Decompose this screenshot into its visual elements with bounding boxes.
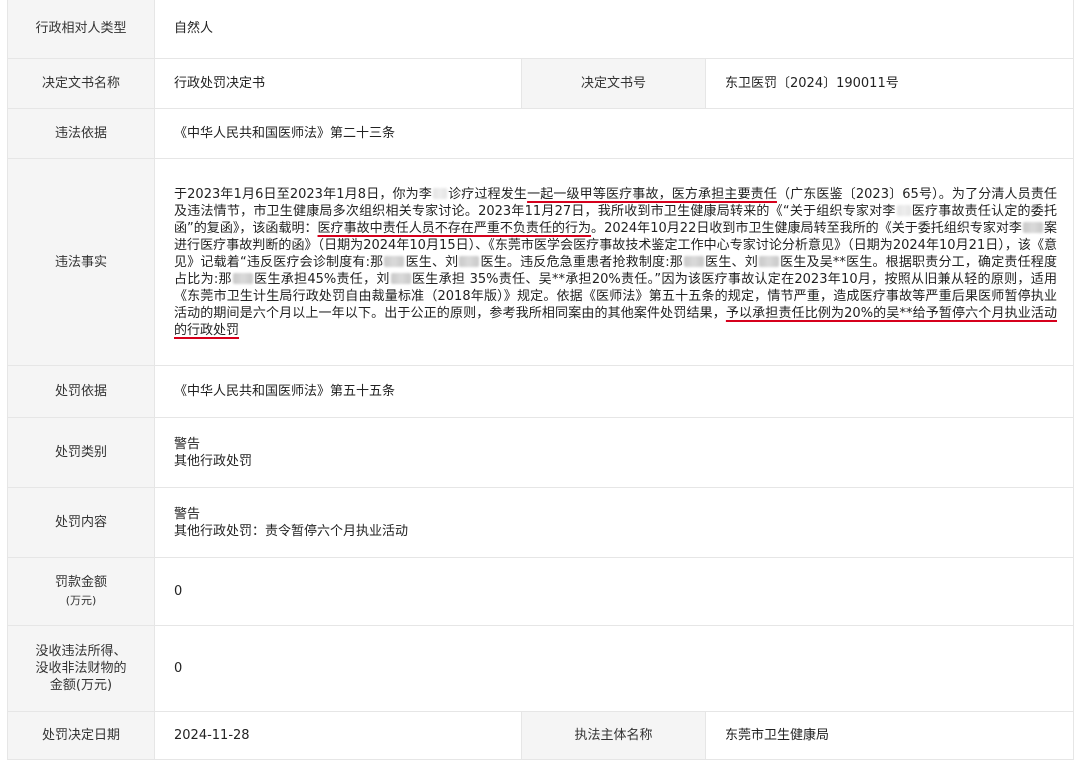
highlighted-text: 一起一级甲等医疗事故，医方承担主要责任 [527, 186, 777, 202]
value-fine: 0 [153, 557, 1075, 626]
value-doc-no: 东卫医罚〔2024〕190011号 [704, 58, 1075, 109]
penalty-content-line: 警告 [174, 506, 201, 522]
row-facts: 违法事实 于2023年1月6日至2023年1月8日，你为李 诊疗过程发生一起一级甲… [7, 158, 1075, 366]
fine-label: 罚款金额 [54, 575, 107, 590]
confiscation-label-line: 金额(万元) [49, 678, 113, 693]
confiscation-label-line: 没收违法所得、 [35, 644, 127, 659]
value-penalty-basis: 《中华人民共和国医师法》第五十五条 [153, 365, 1075, 418]
redacted-name [758, 255, 779, 267]
label-confiscation: 没收违法所得、 没收非法财物的 金额(万元) [7, 625, 155, 712]
confiscation-label-line: 没收非法财物的 [35, 661, 127, 676]
row-penalty-type: 处罚类别 警告 其他行政处罚 [7, 417, 1075, 488]
value-penalty-type: 警告 其他行政处罚 [153, 417, 1075, 488]
redacted-name [1022, 221, 1043, 233]
redacted-name [683, 255, 704, 267]
facts-text: 医生承担45%责任，刘 [253, 271, 390, 287]
label-doc-no: 决定文书号 [521, 58, 706, 109]
redacted-name [390, 272, 411, 284]
facts-text: 医生、刘 [405, 254, 459, 270]
row-party-type: 行政相对人类型 自然人 [7, 0, 1075, 59]
label-party-type: 行政相对人类型 [7, 0, 155, 59]
row-penalty-basis: 处罚依据 《中华人民共和国医师法》第五十五条 [7, 365, 1075, 418]
value-decision-date: 2024-11-28 [154, 711, 522, 760]
redacted-name [896, 204, 911, 216]
redacted-name [232, 272, 253, 284]
redacted-name [459, 255, 480, 267]
row-basis: 违法依据 《中华人民共和国医师法》第二十三条 [7, 108, 1075, 159]
value-facts: 于2023年1月6日至2023年1月8日，你为李 诊疗过程发生一起一级甲等医疗事故… [153, 158, 1075, 366]
penalty-record-table: 行政相对人类型 自然人 决定文书名称 行政处罚决定书 决定文书号 东卫医罚〔20… [7, 0, 1075, 760]
label-basis: 违法依据 [7, 108, 155, 159]
label-penalty-basis: 处罚依据 [7, 365, 155, 418]
redacted-name [433, 187, 447, 199]
label-facts: 违法事实 [7, 158, 155, 366]
row-confiscation: 没收违法所得、 没收非法财物的 金额(万元) 0 [7, 625, 1075, 712]
row-fine: 罚款金额 (万元) 0 [7, 557, 1075, 626]
row-doc-info: 决定文书名称 行政处罚决定书 决定文书号 东卫医罚〔2024〕190011号 [7, 58, 1075, 109]
label-penalty-content: 处罚内容 [7, 487, 155, 558]
label-doc-name: 决定文书名称 [7, 58, 155, 109]
highlighted-text: 医疗事故中责任人员不存在严重不负责任的行为 [317, 220, 592, 236]
facts-text: 诊疗过程发生 [448, 186, 528, 202]
fine-unit: (万元) [65, 594, 97, 607]
label-authority: 执法主体名称 [521, 711, 706, 760]
row-date-authority: 处罚决定日期 2024-11-28 执法主体名称 东莞市卫生健康局 [7, 711, 1075, 760]
penalty-type-line: 其他行政处罚 [174, 453, 253, 469]
penalty-type-line: 警告 [174, 436, 201, 452]
penalty-content-line: 其他行政处罚：责令暂停六个月执业活动 [174, 523, 409, 539]
label-penalty-type: 处罚类别 [7, 417, 155, 488]
value-basis: 《中华人民共和国医师法》第二十三条 [153, 108, 1075, 159]
value-confiscation: 0 [153, 625, 1075, 712]
redacted-name [384, 255, 405, 267]
value-party-type: 自然人 [153, 0, 1075, 59]
facts-text: 。2024年10月22日收到市卫生健康局转至我所的《关于委托组织专家对李 [591, 220, 1022, 236]
facts-text: 于2023年1月6日至2023年1月8日，你为李 [174, 186, 432, 202]
row-penalty-content: 处罚内容 警告 其他行政处罚：责令暂停六个月执业活动 [7, 487, 1075, 558]
facts-text: 医生。违反危急重患者抢救制度:那 [480, 254, 683, 270]
value-doc-name: 行政处罚决定书 [154, 58, 522, 109]
facts-text: 医生、刘 [704, 254, 758, 270]
value-authority: 东莞市卫生健康局 [704, 711, 1075, 760]
label-decision-date: 处罚决定日期 [7, 711, 155, 760]
label-fine: 罚款金额 (万元) [7, 557, 155, 626]
value-penalty-content: 警告 其他行政处罚：责令暂停六个月执业活动 [153, 487, 1075, 558]
